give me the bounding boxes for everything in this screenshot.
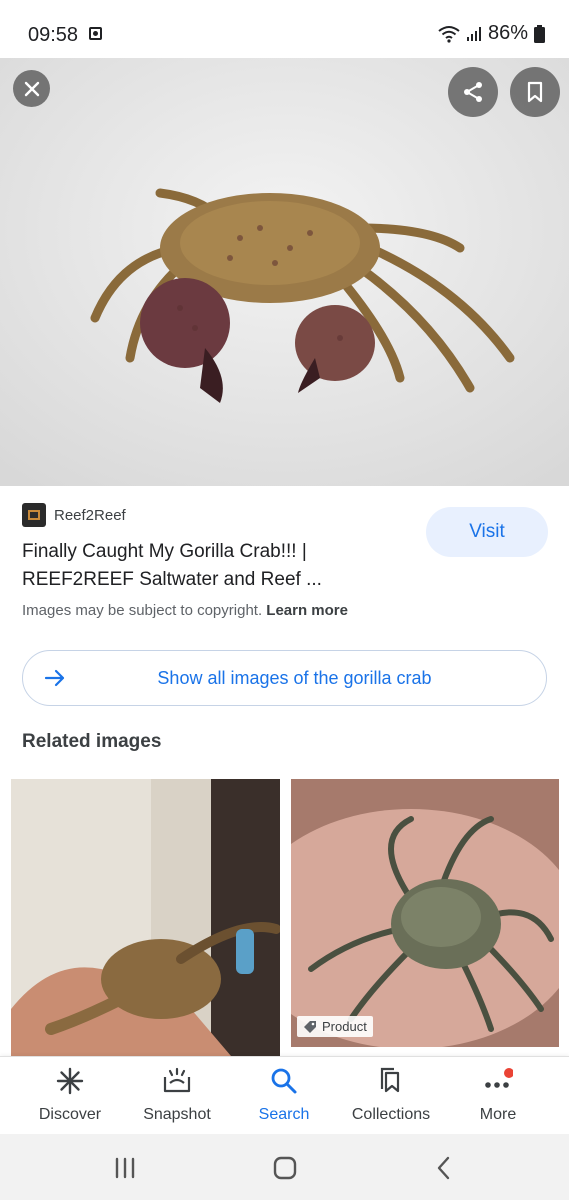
status-time: 09:58 (28, 24, 79, 46)
related-image-1[interactable] (11, 779, 280, 1056)
nav-search[interactable]: Search (229, 1067, 339, 1124)
related-images-heading: Related images (22, 731, 162, 752)
share-icon (464, 82, 482, 102)
main-image[interactable] (0, 58, 569, 486)
bookmark-icon (527, 81, 543, 103)
battery-percent: 86% (487, 22, 528, 44)
back-icon[interactable] (434, 1155, 454, 1181)
nav-discover[interactable]: Discover (15, 1067, 125, 1124)
nav-discover-label: Discover (38, 1106, 102, 1123)
share-button[interactable] (448, 67, 498, 117)
snapshot-icon (163, 1067, 191, 1093)
crab-photo (0, 58, 569, 486)
status-right: 86% (438, 22, 545, 45)
related-photo-1 (11, 779, 280, 1056)
tag-icon (304, 1020, 316, 1033)
related-photo-2 (291, 779, 559, 1047)
battery-icon (534, 24, 545, 43)
nav-collections-label: Collections (351, 1106, 431, 1123)
asterisk-icon (56, 1067, 84, 1095)
notification-dot (504, 1068, 514, 1078)
copyright-text: Images may be subject to copyright. (22, 602, 263, 619)
notification-icon (89, 27, 102, 40)
learn-more-link[interactable]: Learn more (266, 602, 348, 619)
bottom-navigation: Discover Snapshot Search Collections Mor… (0, 1056, 569, 1135)
result-title-line1: Finally Caught My Gorilla Crab!!! | (22, 541, 307, 562)
product-badge: Product (297, 1016, 373, 1037)
signal-icon (466, 26, 481, 41)
nav-collections[interactable]: Collections (336, 1067, 446, 1124)
related-image-2[interactable]: Product (291, 779, 559, 1047)
visit-button[interactable]: Visit (426, 507, 548, 557)
nav-search-label: Search (258, 1106, 310, 1123)
more-dots-icon (485, 1068, 514, 1088)
product-badge-label: Product (322, 1019, 367, 1034)
show-all-label: Show all images of the gorilla crab (157, 668, 432, 688)
result-title[interactable]: Finally Caught My Gorilla Crab!!! | REEF… (22, 538, 402, 594)
save-button[interactable] (510, 67, 560, 117)
search-icon (271, 1068, 297, 1094)
wifi-icon (438, 25, 460, 43)
status-bar: 09:58 86% (0, 0, 569, 58)
bookmark-icon (380, 1067, 400, 1093)
copyright-notice: Images may be subject to copyright. Lear… (22, 602, 348, 619)
source-name: Reef2Reef (54, 506, 126, 524)
source-favicon-icon (22, 503, 46, 527)
nav-more-label: More (479, 1106, 517, 1123)
home-icon[interactable] (272, 1155, 298, 1181)
close-button[interactable] (13, 70, 50, 107)
result-title-line2: REEF2REEF Saltwater and Reef ... (22, 569, 322, 590)
recent-apps-icon[interactable] (112, 1156, 138, 1180)
result-source[interactable]: Reef2Reef (22, 503, 126, 527)
nav-snapshot[interactable]: Snapshot (122, 1067, 232, 1124)
show-all-images-button[interactable]: Show all images of the gorilla crab (22, 650, 547, 706)
nav-snapshot-label: Snapshot (143, 1106, 211, 1123)
close-icon (24, 81, 39, 96)
nav-more[interactable]: More (443, 1067, 553, 1124)
system-navigation-bar (0, 1134, 569, 1200)
